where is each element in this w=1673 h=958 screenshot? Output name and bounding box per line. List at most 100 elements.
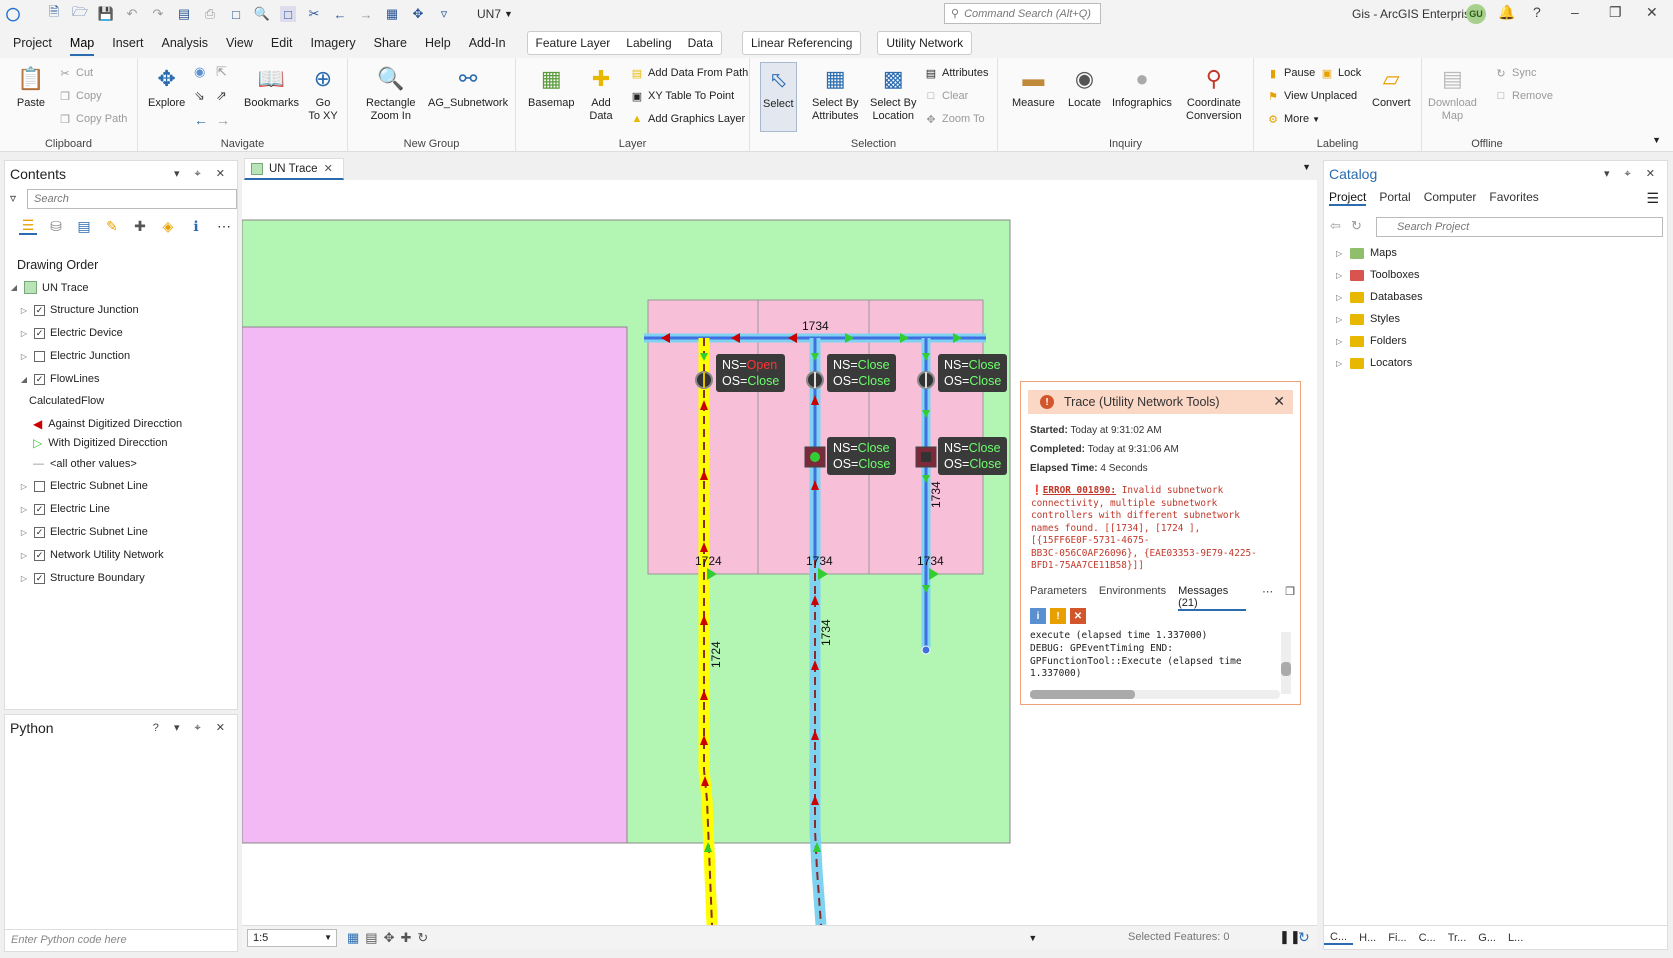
tab-feature-layer[interactable]: Feature Layer bbox=[528, 32, 619, 54]
collapse-ribbon-icon[interactable]: ▼ bbox=[1652, 135, 1661, 145]
layer-checkbox[interactable]: ✓ bbox=[34, 549, 45, 561]
layer-checkbox[interactable] bbox=[34, 480, 45, 492]
info-filter-icon[interactable]: i bbox=[1030, 608, 1046, 624]
toc-layer-row[interactable]: ▷ ✓ Electric Line bbox=[19, 503, 110, 515]
toc-layer-row[interactable]: ▷ ✓ Structure Junction bbox=[19, 304, 139, 316]
menu-add-in[interactable]: Add-In bbox=[460, 28, 515, 58]
fixed-zoom-out-icon[interactable]: ⇘ bbox=[194, 88, 205, 104]
expand-icon[interactable]: ▷ bbox=[19, 551, 29, 560]
catalog-item-locators[interactable]: ▷ Locators bbox=[1336, 357, 1412, 369]
add-graphics-layer-button[interactable]: ▲ Add Graphics Layer bbox=[630, 112, 746, 126]
undo-icon[interactable]: ↶ bbox=[124, 6, 140, 22]
xy-table-to-point-button[interactable]: ▣ XY Table To Point bbox=[630, 89, 734, 103]
error-filter-icon[interactable]: ✕ bbox=[1070, 608, 1086, 624]
table-icon[interactable]: ▤ bbox=[365, 930, 377, 946]
more-options-icon[interactable]: ⋯ bbox=[215, 217, 233, 235]
next-extent-icon[interactable]: → bbox=[216, 112, 230, 128]
expand-icon[interactable]: ▷ bbox=[19, 574, 29, 583]
toc-layer-row[interactable]: ▷ Electric Subnet Line bbox=[19, 480, 148, 492]
tab-labeling[interactable]: Labeling bbox=[618, 32, 679, 54]
add-data-from-path-button[interactable]: ▤ Add Data From Path bbox=[630, 66, 748, 80]
menu-share[interactable]: Share bbox=[365, 28, 416, 58]
bottom-tab-layers[interactable]: L... bbox=[1502, 932, 1529, 944]
magenta-structure-boundary[interactable] bbox=[242, 326, 628, 844]
basemap-button[interactable]: ▦ Basemap bbox=[528, 62, 574, 110]
toc-layer-row[interactable]: ▷ ✓ Network Utility Network bbox=[19, 549, 164, 561]
layer-checkbox[interactable]: ✓ bbox=[34, 503, 45, 515]
restore-icon[interactable]: ❐ bbox=[1609, 4, 1622, 21]
menu-help[interactable]: Help bbox=[416, 28, 460, 58]
expand-icon[interactable]: ▷ bbox=[19, 528, 29, 537]
expand-icon[interactable]: ▷ bbox=[19, 329, 29, 338]
legend-item[interactable]: ▷ With Digitized Direcction bbox=[33, 436, 167, 450]
expand-icon[interactable]: ▷ bbox=[1336, 315, 1346, 324]
tab-project[interactable]: Project bbox=[1329, 190, 1367, 206]
download-map-button[interactable]: ▤ Download Map bbox=[1428, 62, 1477, 123]
pane-controls[interactable]: ▾ ⌖ ✕ bbox=[174, 167, 231, 181]
contents-search-input[interactable]: Search bbox=[27, 189, 237, 209]
close-icon[interactable]: ✕ bbox=[1646, 4, 1658, 21]
bell-icon[interactable]: 🔔 bbox=[1498, 4, 1515, 21]
layer-checkbox[interactable]: ✓ bbox=[34, 373, 45, 385]
command-search-input[interactable]: ⚲ Command Search (Alt+Q) bbox=[944, 3, 1101, 24]
avatar[interactable]: GU bbox=[1466, 4, 1486, 24]
print-icon[interactable]: ⎙ bbox=[202, 6, 218, 22]
list-by-editing-icon[interactable]: ✎ bbox=[103, 217, 121, 235]
select-by-location-button[interactable]: ▩ Select By Location bbox=[870, 62, 916, 123]
collapse-icon[interactable]: ◢ bbox=[19, 375, 29, 384]
expand-icon[interactable]: ▷ bbox=[1336, 249, 1346, 258]
catalog-search-input[interactable]: Search Project bbox=[1376, 217, 1663, 237]
save-icon[interactable]: 💾 bbox=[98, 6, 114, 22]
bottom-tab-fields[interactable]: Fi... bbox=[1382, 932, 1412, 944]
full-extent-icon[interactable]: ◉ bbox=[194, 64, 205, 80]
back-icon[interactable]: ⇦ bbox=[1330, 218, 1341, 234]
help-icon[interactable]: ? bbox=[1533, 4, 1541, 20]
expand-icon[interactable]: ▷ bbox=[19, 482, 29, 491]
legend-item[interactable]: ◀ Against Digitized Direcction bbox=[33, 417, 182, 431]
redo-icon[interactable]: ↷ bbox=[150, 6, 166, 22]
list-by-labeling-icon[interactable]: ◈ bbox=[159, 217, 177, 235]
expand-icon[interactable]: ▷ bbox=[1336, 293, 1346, 302]
document-title[interactable]: UN7 bbox=[477, 7, 501, 21]
bottom-tab-history[interactable]: H... bbox=[1353, 932, 1382, 944]
layer-checkbox[interactable]: ✓ bbox=[34, 304, 45, 316]
bottom-tab-trace[interactable]: Tr... bbox=[1442, 932, 1473, 944]
lock-labeling-button[interactable]: ▣ Lock bbox=[1320, 66, 1361, 80]
copy-path-button[interactable]: ❐ Copy Path bbox=[58, 112, 127, 126]
refresh-icon[interactable]: ↻ bbox=[1351, 218, 1362, 234]
layer-checkbox[interactable]: ✓ bbox=[34, 572, 45, 584]
rectangle-zoom-in-button[interactable]: 🔍 Rectangle Zoom In bbox=[366, 62, 416, 123]
vertical-scrollbar[interactable] bbox=[1281, 632, 1291, 694]
menu-icon[interactable]: ☰ bbox=[1646, 190, 1659, 207]
grid-icon[interactable]: ▦ bbox=[347, 930, 359, 946]
catalog-item-databases[interactable]: ▷ Databases bbox=[1336, 291, 1423, 303]
legend-item[interactable]: — <all other values> bbox=[33, 458, 137, 470]
menu-map[interactable]: Map bbox=[61, 28, 103, 58]
attribute-table-icon[interactable]: ▦ bbox=[384, 6, 400, 22]
toc-layer-row[interactable]: ▷ Electric Junction bbox=[19, 350, 130, 362]
split-icon[interactable]: ✂ bbox=[306, 6, 322, 22]
chevron-down-icon[interactable]: ▼ bbox=[504, 9, 513, 19]
list-by-source-icon[interactable]: ⛁ bbox=[47, 217, 65, 235]
fixed-zoom-in-icon[interactable]: ⇱ bbox=[216, 64, 227, 80]
collapse-icon[interactable]: ◢ bbox=[9, 283, 19, 292]
tab-un-trace[interactable]: UN Trace ✕ bbox=[244, 158, 344, 180]
expand-icon[interactable]: ▷ bbox=[19, 352, 29, 361]
refresh-icon[interactable]: ↻ bbox=[1298, 929, 1310, 946]
edit-vertices-icon[interactable]: □ bbox=[228, 6, 244, 22]
copy-icon[interactable]: ❐ bbox=[1285, 585, 1295, 611]
layer-checkbox[interactable] bbox=[34, 350, 45, 362]
convert-button[interactable]: ▱ Convert bbox=[1372, 62, 1411, 110]
horizontal-scrollbar[interactable] bbox=[1030, 690, 1280, 699]
explore-button[interactable]: ✥ Explore bbox=[148, 62, 185, 110]
expand-icon[interactable]: ▷ bbox=[1336, 271, 1346, 280]
toc-layer-row[interactable]: ◢ ✓ FlowLines bbox=[19, 373, 100, 385]
chevron-down-icon[interactable]: ▼ bbox=[1302, 162, 1311, 172]
clear-selection-button[interactable]: □ Clear bbox=[924, 89, 969, 103]
forward-icon[interactable]: → bbox=[358, 6, 374, 22]
tab-utility-network[interactable]: Utility Network bbox=[877, 31, 973, 55]
cut-button[interactable]: ✂ Cut bbox=[58, 66, 93, 80]
tab-favorites[interactable]: Favorites bbox=[1489, 190, 1538, 206]
menu-project[interactable]: Project bbox=[4, 28, 61, 58]
toc-layer-row[interactable]: ▷ ✓ Electric Device bbox=[19, 327, 123, 339]
